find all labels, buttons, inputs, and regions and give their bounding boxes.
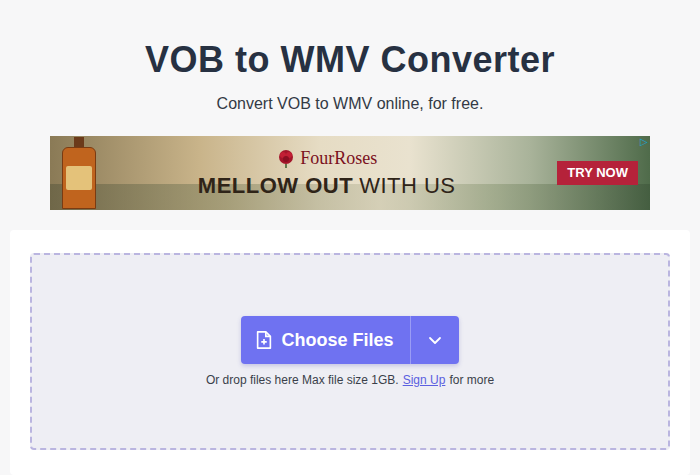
ad-content: FourRoses MELLOW OUT WITH US xyxy=(96,147,557,199)
choose-files-label: Choose Files xyxy=(281,329,393,351)
dropdown-button[interactable] xyxy=(411,316,459,364)
page-title: VOB to WMV Converter xyxy=(145,38,555,82)
try-now-button[interactable]: TRY NOW xyxy=(557,161,638,185)
hint-end: for more xyxy=(449,372,494,388)
button-divider xyxy=(410,316,411,364)
page-subtitle: Convert VOB to WMV online, for free. xyxy=(217,92,484,116)
chevron-down-icon xyxy=(428,333,442,347)
brand-name: FourRoses xyxy=(300,147,377,169)
hint-text: Or drop files here Max file size 1GB. xyxy=(206,372,399,388)
choose-files-group: Choose Files xyxy=(241,316,458,364)
brand-logo: FourRoses xyxy=(276,147,377,169)
drop-hint: Or drop files here Max file size 1GB. Si… xyxy=(206,372,494,388)
choose-files-button[interactable]: Choose Files xyxy=(241,316,409,364)
headline-bold: MELLOW OUT xyxy=(198,173,353,199)
adchoices-icon[interactable]: ▷ xyxy=(640,136,648,148)
file-plus-icon xyxy=(255,330,273,350)
page: VOB to WMV Converter Convert VOB to WMV … xyxy=(0,0,700,475)
headline-rest: WITH US xyxy=(359,173,455,199)
bottle-icon xyxy=(62,137,96,209)
upload-card: Choose Files Or drop files here Max file… xyxy=(10,230,690,475)
sign-up-link[interactable]: Sign Up xyxy=(403,372,446,388)
rose-icon xyxy=(276,148,296,168)
ad-headline: MELLOW OUT WITH US xyxy=(198,173,456,199)
drop-zone[interactable]: Choose Files Or drop files here Max file… xyxy=(30,253,670,450)
ad-banner[interactable]: FourRoses MELLOW OUT WITH US TRY NOW ▷ xyxy=(50,136,650,210)
